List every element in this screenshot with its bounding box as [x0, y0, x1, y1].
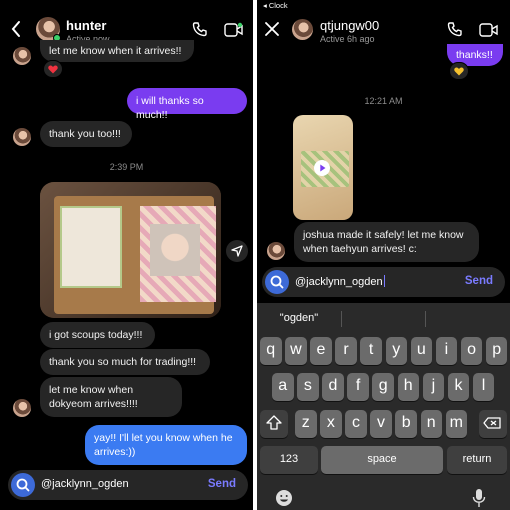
key-j[interactable]: j	[422, 373, 445, 401]
outgoing-message[interactable]: yay!! I'll let you know when he arrives:…	[85, 425, 247, 465]
search-icon[interactable]	[11, 473, 35, 497]
heart-reaction-icon[interactable]	[43, 60, 63, 78]
key-z[interactable]: z	[295, 410, 317, 438]
text-cursor	[383, 275, 385, 287]
backspace-key[interactable]	[479, 410, 507, 438]
send-button[interactable]: Send	[465, 275, 493, 287]
key-c[interactable]: c	[345, 410, 367, 438]
key-d[interactable]: d	[322, 373, 344, 401]
video-attachment[interactable]	[293, 115, 353, 220]
key-e[interactable]: e	[310, 337, 332, 365]
incoming-message[interactable]: thank you too!!!	[40, 121, 132, 147]
shift-key[interactable]	[260, 410, 288, 438]
suggestion-divider	[425, 311, 426, 327]
key-k[interactable]: k	[447, 373, 470, 401]
microphone-icon[interactable]	[472, 488, 486, 508]
key-g[interactable]: g	[372, 373, 394, 401]
contact-status: Active 6h ago	[320, 34, 375, 44]
key-x[interactable]: x	[320, 410, 342, 438]
key-q[interactable]: q	[260, 337, 282, 365]
left-chat-panel: hunter Active now let me know when it ar…	[0, 0, 253, 510]
avatar[interactable]	[292, 19, 313, 40]
key-b[interactable]: b	[395, 410, 417, 438]
back-chevron-icon[interactable]	[10, 20, 22, 38]
key-n[interactable]: n	[420, 410, 442, 438]
sender-avatar[interactable]	[13, 128, 31, 146]
key-m[interactable]: m	[445, 410, 468, 438]
timestamp: 2:39 PM	[109, 162, 144, 172]
contact-name[interactable]: hunter	[66, 18, 106, 33]
phone-icon[interactable]	[192, 21, 208, 37]
numbers-key[interactable]: 123	[260, 446, 318, 474]
incoming-message[interactable]: let me know when dokyeom arrives!!!!	[40, 377, 182, 417]
timestamp: 12:21 AM	[364, 96, 403, 106]
key-o[interactable]: o	[460, 337, 483, 365]
share-icon[interactable]	[226, 240, 248, 262]
close-icon[interactable]	[265, 22, 279, 36]
sender-avatar[interactable]	[13, 47, 31, 65]
sender-avatar[interactable]	[267, 242, 285, 260]
emoji-icon[interactable]	[275, 489, 293, 507]
autocomplete-suggestion[interactable]: "ogden"	[257, 312, 341, 324]
message-input[interactable]: @jacklynn_ogden	[41, 478, 129, 490]
incoming-message[interactable]: i got scoups today!!!	[40, 322, 155, 348]
incoming-message[interactable]: let me know when it arrives!!	[40, 40, 194, 62]
key-i[interactable]: i	[435, 337, 458, 365]
incoming-message[interactable]: joshua made it safely! let me know when …	[294, 222, 479, 262]
key-p[interactable]: p	[485, 337, 508, 365]
space-key[interactable]: space	[321, 446, 443, 474]
key-u[interactable]: u	[410, 337, 433, 365]
photo-card-left	[60, 206, 122, 288]
sender-avatar[interactable]	[13, 399, 31, 417]
video-call-icon[interactable]	[479, 22, 499, 38]
send-button[interactable]: Send	[208, 478, 236, 490]
key-v[interactable]: v	[370, 410, 392, 438]
outgoing-message[interactable]: i will thanks so much!!	[127, 88, 247, 121]
message-composer[interactable]: @jacklynn_ogden Send	[262, 267, 505, 297]
yellow-heart-reaction-icon[interactable]	[449, 62, 469, 80]
key-a[interactable]: a	[272, 373, 294, 401]
key-w[interactable]: w	[285, 337, 307, 365]
key-t[interactable]: t	[360, 337, 382, 365]
suggestion-divider	[341, 311, 342, 327]
search-icon[interactable]	[265, 270, 289, 294]
video-call-icon[interactable]	[224, 22, 244, 38]
message-composer[interactable]: @jacklynn_ogden Send	[8, 470, 248, 500]
phone-icon[interactable]	[447, 21, 463, 37]
return-key[interactable]: return	[447, 446, 507, 474]
key-f[interactable]: f	[347, 373, 369, 401]
play-icon[interactable]	[314, 160, 330, 176]
key-l[interactable]: l	[472, 373, 495, 401]
incoming-message[interactable]: thank you so much for trading!!!	[40, 349, 210, 375]
key-s[interactable]: s	[297, 373, 319, 401]
photocard-portrait	[150, 224, 200, 276]
keyboard: "ogden" qwertyuiop asdfghjkl zxcvbnm 123…	[257, 303, 510, 510]
key-r[interactable]: r	[335, 337, 357, 365]
key-h[interactable]: h	[397, 373, 419, 401]
contact-name[interactable]: qtjungw00	[320, 18, 379, 33]
key-y[interactable]: y	[385, 337, 407, 365]
message-input[interactable]: @jacklynn_ogden	[295, 275, 385, 288]
right-chat-panel: ◂ Clock qtjungw00 Active 6h ago thanks!!…	[257, 0, 510, 510]
photo-attachment[interactable]	[40, 182, 221, 318]
